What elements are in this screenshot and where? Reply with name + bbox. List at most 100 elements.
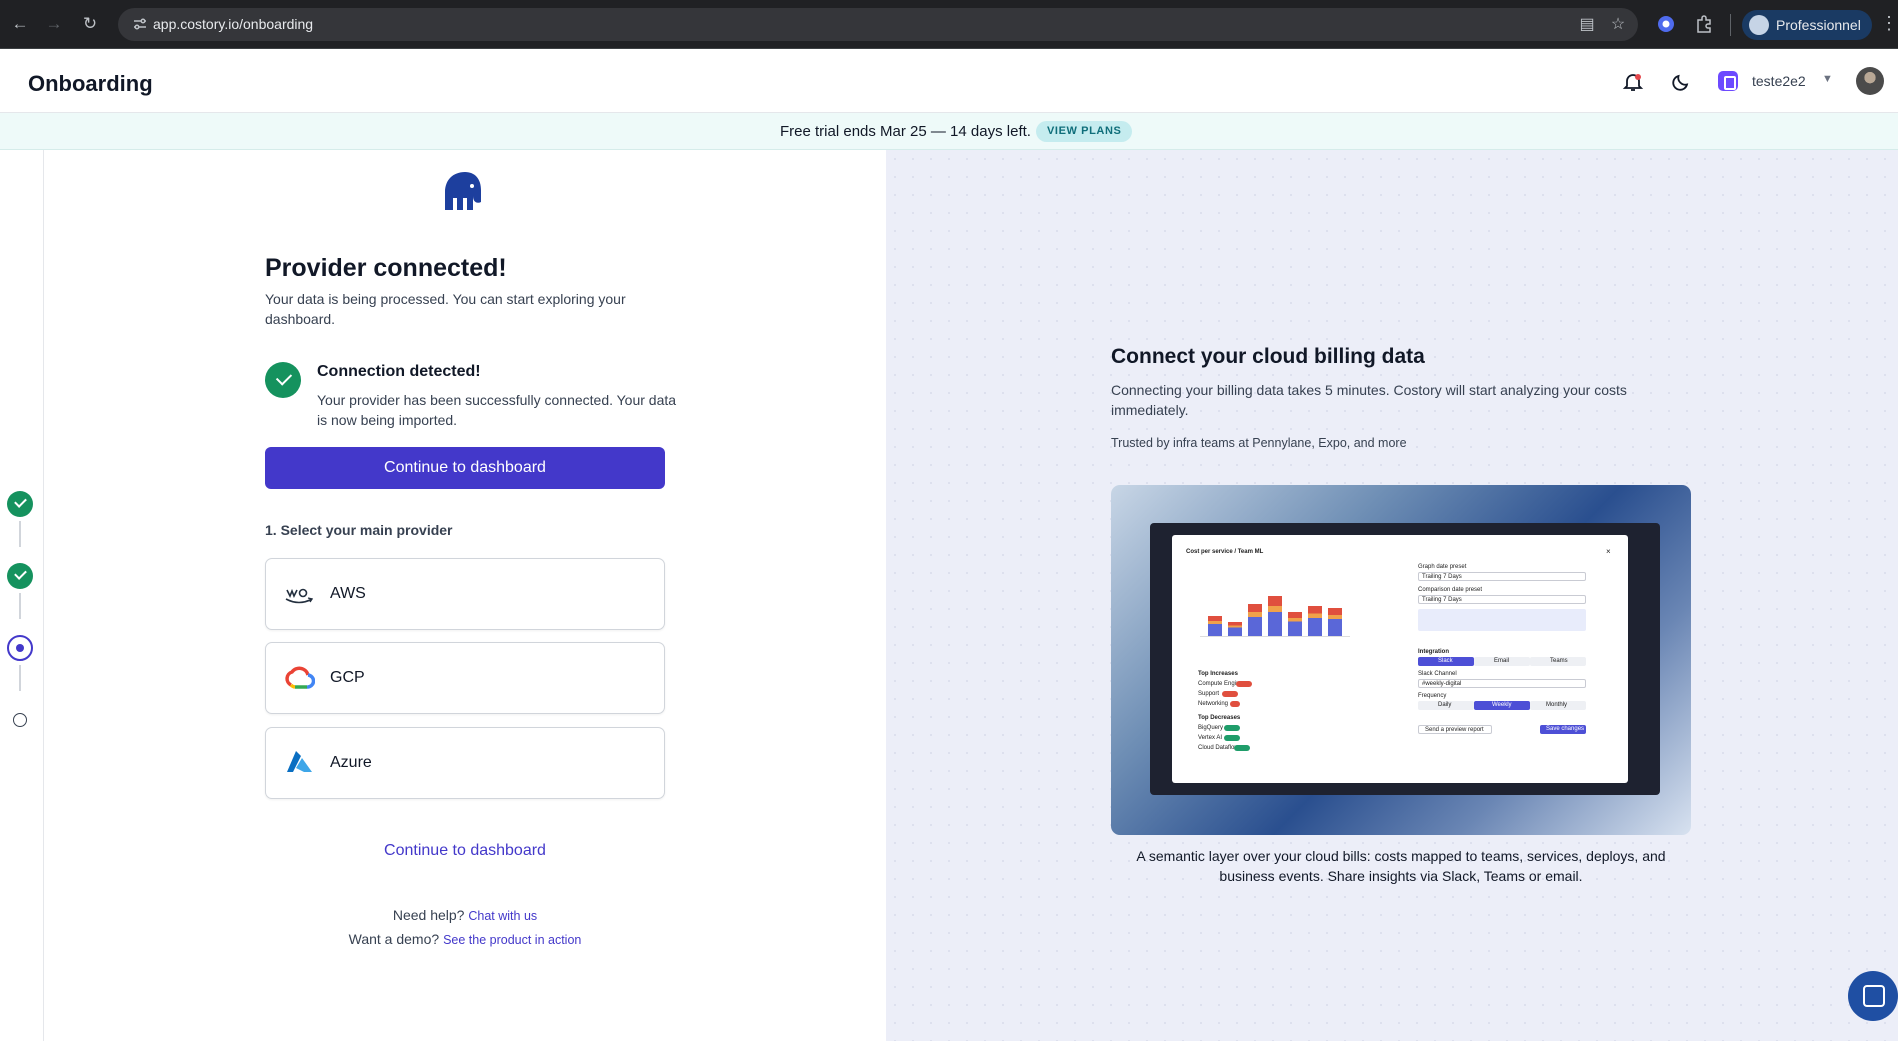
preview-increase-badge bbox=[1230, 701, 1240, 707]
forward-icon[interactable]: → bbox=[42, 12, 66, 36]
notification-bell-icon[interactable] bbox=[1622, 71, 1644, 93]
preview-frequency-daily: Daily bbox=[1418, 701, 1474, 710]
preview-decrease-badge bbox=[1224, 725, 1240, 731]
profile-label: Professionnel bbox=[1776, 17, 1861, 33]
connection-description: Your provider has been successfully conn… bbox=[317, 392, 677, 428]
preview-frequency-weekly: Weekly bbox=[1474, 701, 1530, 710]
chat-with-us-link[interactable]: Chat with us bbox=[468, 909, 537, 923]
preview-frequency-label: Daily bbox=[1438, 702, 1452, 708]
continue-to-dashboard-button[interactable]: Continue to dashboard bbox=[265, 447, 665, 489]
preview-decrease-item: Vertex AI bbox=[1198, 735, 1223, 741]
chat-support-icon[interactable] bbox=[1848, 971, 1898, 1021]
see-product-link[interactable]: See the product in action bbox=[443, 933, 581, 947]
marketing-panel: Connect your cloud billing data Connecti… bbox=[886, 150, 1898, 1041]
preview-tab-label: Teams bbox=[1550, 658, 1568, 664]
preview-increases-label: Top Increases bbox=[1198, 671, 1238, 677]
bookmark-star-icon[interactable]: ☆ bbox=[1608, 15, 1628, 35]
url-text[interactable]: app.costory.io/onboarding bbox=[153, 16, 313, 32]
preview-frequency-label: Frequency bbox=[1418, 693, 1447, 699]
preview-modal-title: Cost per service / Team ML bbox=[1186, 549, 1264, 555]
preview-save-button: Save changes bbox=[1540, 725, 1586, 734]
workspace-name: teste2e2 bbox=[1752, 73, 1806, 89]
step-connector bbox=[19, 521, 21, 547]
provider-name: GCP bbox=[330, 669, 365, 686]
preview-tab-label: Slack bbox=[1438, 658, 1453, 664]
address-bar[interactable]: app.costory.io/onboarding ▤ ☆ bbox=[118, 8, 1638, 41]
marketing-subtitle: Connecting your billing data takes 5 min… bbox=[1111, 382, 1627, 418]
preview-bar bbox=[1328, 608, 1342, 636]
preview-frequency-monthly: Monthly bbox=[1530, 701, 1586, 710]
site-settings-icon[interactable] bbox=[132, 16, 148, 32]
onboarding-stepper bbox=[0, 150, 44, 1041]
preview-channel-select: #weekly-digital bbox=[1418, 679, 1586, 688]
puzzle-icon[interactable] bbox=[1694, 14, 1714, 34]
preview-bar bbox=[1228, 622, 1242, 636]
preview-increase-badge bbox=[1222, 691, 1238, 697]
page-title: Onboarding bbox=[28, 71, 153, 96]
preview-modal: Cost per service / Team ML × Top Increas… bbox=[1172, 535, 1628, 783]
preview-bar bbox=[1288, 612, 1302, 636]
azure-icon bbox=[287, 751, 312, 772]
help-text: Need help? bbox=[392, 907, 465, 923]
app-header: Onboarding teste2e2 ▼ bbox=[0, 49, 1898, 113]
user-avatar[interactable] bbox=[1856, 67, 1884, 95]
preview-tip-box bbox=[1418, 609, 1586, 631]
extension-icon[interactable] bbox=[1656, 14, 1676, 34]
preview-select-value: Trailing 7 Days bbox=[1422, 574, 1462, 580]
translate-icon[interactable]: ▤ bbox=[1577, 15, 1597, 35]
preview-send-label: Send a preview report bbox=[1425, 727, 1484, 733]
help-row: Need help? Chat with us bbox=[265, 907, 665, 923]
profile-avatar bbox=[1749, 15, 1769, 35]
preview-decrease-badge bbox=[1224, 735, 1240, 741]
step-1-done-icon bbox=[7, 491, 33, 517]
preview-select-value: Trailing 7 Days bbox=[1422, 597, 1462, 603]
success-subtitle: Your data is being processed. You can st… bbox=[265, 291, 626, 327]
step-2-done-icon bbox=[7, 563, 33, 589]
onboarding-form-panel: Provider connected! Your data is being p… bbox=[44, 150, 886, 1041]
preview-decrease-item: Cloud Dataflow bbox=[1198, 745, 1239, 751]
preview-bar bbox=[1208, 616, 1222, 636]
preview-close-icon: × bbox=[1606, 547, 1611, 556]
preview-bar bbox=[1248, 604, 1262, 636]
preview-tab-slack: Slack bbox=[1418, 657, 1474, 666]
preview-graph-preset-label: Graph date preset bbox=[1418, 564, 1467, 570]
demo-row: Want a demo? See the product in action bbox=[265, 931, 665, 947]
trial-text: Free trial ends Mar 25 — 14 days left. bbox=[780, 123, 1031, 140]
reload-icon[interactable]: ↻ bbox=[78, 12, 102, 36]
browser-profile-button[interactable]: Professionnel bbox=[1742, 10, 1872, 40]
product-preview-image: Cost per service / Team ML × Top Increas… bbox=[1111, 485, 1691, 835]
preview-send-button: Send a preview report bbox=[1418, 725, 1492, 734]
trial-banner: Free trial ends Mar 25 — 14 days left. V… bbox=[0, 113, 1898, 150]
step-connector bbox=[19, 593, 21, 619]
view-plans-button[interactable]: VIEW PLANS bbox=[1036, 121, 1133, 142]
preview-comparison-select: Trailing 7 Days bbox=[1418, 595, 1586, 604]
provider-option-gcp[interactable]: GCP bbox=[265, 642, 665, 714]
browser-menu-icon[interactable]: ⋮ bbox=[1880, 13, 1898, 34]
preview-decrease-item: BigQuery bbox=[1198, 725, 1224, 731]
preview-increase-item: Support bbox=[1198, 691, 1220, 697]
preview-decreases-label: Top Decreases bbox=[1198, 715, 1241, 721]
preview-app-window: Cost per service / Team ML × Top Increas… bbox=[1150, 523, 1660, 795]
back-icon[interactable]: ← bbox=[8, 12, 32, 36]
provider-option-aws[interactable]: AWS bbox=[265, 558, 665, 630]
toolbar-divider bbox=[1730, 14, 1731, 36]
step-connector bbox=[19, 665, 21, 691]
preview-tab-teams: Teams bbox=[1530, 657, 1586, 666]
connection-title: Connection detected! bbox=[317, 363, 481, 380]
dark-mode-moon-icon[interactable] bbox=[1670, 71, 1692, 93]
preview-integration-label: Integration bbox=[1418, 649, 1449, 655]
demo-text: Want a demo? bbox=[348, 931, 440, 947]
continue-to-dashboard-link[interactable]: Continue to dashboard bbox=[265, 842, 665, 860]
preview-select-value: #weekly-digital bbox=[1422, 681, 1462, 687]
preview-bar-chart bbox=[1200, 591, 1350, 637]
provider-section-label: 1. Select your main provider bbox=[265, 522, 453, 538]
preview-bar bbox=[1308, 606, 1322, 636]
preview-increase-item: Networking bbox=[1198, 701, 1229, 707]
preview-decrease-badge bbox=[1234, 745, 1250, 751]
preview-tab-email: Email bbox=[1474, 657, 1530, 666]
aws-icon bbox=[285, 588, 314, 604]
chevron-down-icon: ▼ bbox=[1822, 73, 1833, 85]
preview-save-label: Save changes bbox=[1546, 726, 1585, 732]
provider-option-azure[interactable]: Azure bbox=[265, 727, 665, 799]
preview-tab-label: Email bbox=[1494, 658, 1510, 664]
